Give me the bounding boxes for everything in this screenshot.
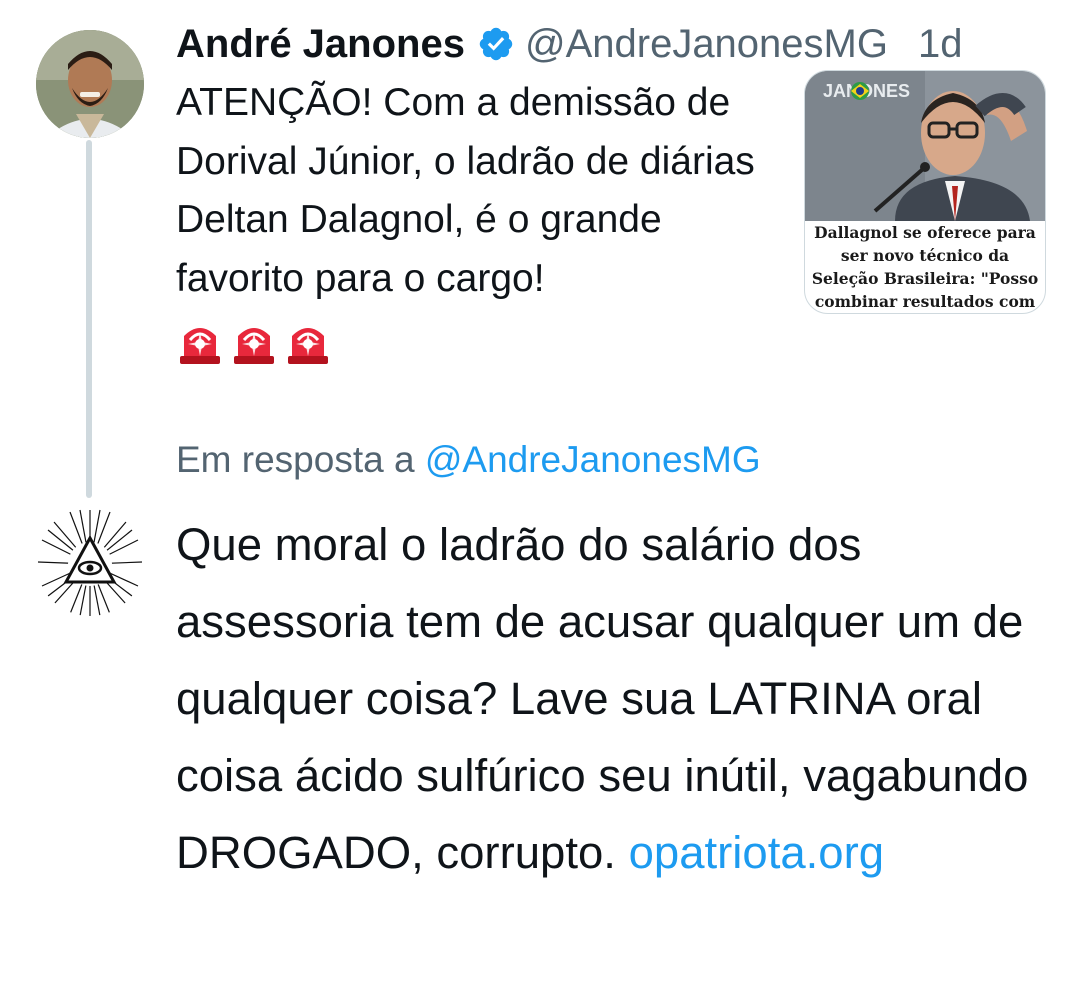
tweet-timestamp[interactable]: 1d bbox=[918, 16, 963, 72]
reply-link[interactable]: opatriota.org bbox=[629, 827, 884, 878]
reply-author-avatar[interactable] bbox=[36, 508, 144, 616]
verified-badge-icon bbox=[477, 25, 515, 63]
police-siren-icon bbox=[288, 328, 328, 364]
reply-to-prefix: Em resposta a bbox=[176, 439, 415, 480]
tweet-header: André Janones @AndreJanonesMG 1d bbox=[176, 16, 1050, 72]
reply-text: Que moral o ladrão do salário dos assess… bbox=[176, 506, 1056, 891]
reply-to-mention-link[interactable]: @AndreJanonesMG bbox=[425, 439, 761, 480]
reply-to-line: Em resposta a @AndreJanonesMG bbox=[176, 432, 761, 488]
thread-connector-line bbox=[86, 140, 92, 498]
eye-of-providence-icon bbox=[36, 508, 144, 616]
reply-body: Que moral o ladrão do salário dos assess… bbox=[176, 519, 1029, 878]
tweet-media-image[interactable]: JANONES Dallagnol se oferece para ser no… bbox=[804, 70, 1046, 314]
author-name[interactable]: André Janones bbox=[176, 16, 465, 72]
emoji-row bbox=[176, 318, 332, 366]
police-siren-icon bbox=[180, 328, 220, 364]
media-caption: Dallagnol se oferece para ser novo técni… bbox=[811, 223, 1039, 311]
author-handle[interactable]: @AndreJanonesMG bbox=[525, 16, 888, 72]
author-avatar-image bbox=[36, 30, 144, 138]
police-siren-icon bbox=[234, 328, 274, 364]
tweet-text: ATENÇÃO! Com a demissão de Dorival Júnio… bbox=[176, 81, 755, 300]
author-avatar[interactable] bbox=[36, 30, 144, 138]
media-photo: JANONES bbox=[805, 71, 1045, 221]
